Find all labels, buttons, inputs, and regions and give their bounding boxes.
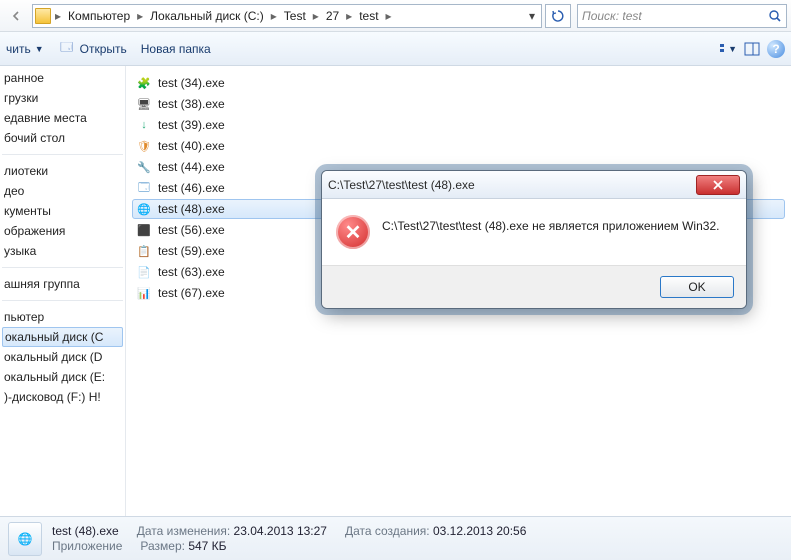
sidebar-item[interactable]: ображения <box>0 221 125 241</box>
file-name: test (56).exe <box>158 223 225 237</box>
dialog-title: C:\Test\27\test\test (48).exe <box>328 178 475 192</box>
file-name: test (59).exe <box>158 244 225 258</box>
view-options-button[interactable]: ▼ <box>719 40 737 58</box>
sidebar-item[interactable]: кументы <box>0 201 125 221</box>
file-item[interactable]: 🧩 test (34).exe <box>132 73 785 93</box>
sidebar-item[interactable]: едавние места <box>0 108 125 128</box>
file-icon: 🖥 <box>136 96 152 112</box>
status-created: 03.12.2013 20:56 <box>433 524 526 538</box>
back-button[interactable] <box>8 8 24 24</box>
sidebar-item[interactable]: лиотеки <box>0 161 125 181</box>
refresh-button[interactable] <box>545 4 571 28</box>
file-name: test (44).exe <box>158 160 225 174</box>
error-icon: ✕ <box>336 215 370 249</box>
open-button[interactable]: 🗔Открыть <box>58 40 127 58</box>
caret-down-icon: ▼ <box>728 44 737 54</box>
status-filename: test (48).exe <box>52 524 119 538</box>
file-icon: ↓ <box>136 117 152 133</box>
sidebar-item[interactable]: део <box>0 181 125 201</box>
breadcrumb-item[interactable]: test <box>354 7 383 25</box>
file-icon: 🗔 <box>136 180 152 196</box>
chevron-right-icon: ▸ <box>344 9 354 23</box>
chevron-right-icon: ▸ <box>311 9 321 23</box>
open-icon: 🗔 <box>58 40 76 58</box>
search-placeholder: Поиск: test <box>582 9 642 23</box>
status-label: Дата создания: <box>345 524 430 538</box>
file-name: test (48).exe <box>158 202 225 216</box>
file-icon: 🛡 <box>136 138 152 154</box>
status-label: Размер: <box>140 539 185 553</box>
sidebar-item[interactable]: бочий стол <box>0 128 125 148</box>
folder-icon <box>35 8 51 24</box>
file-name: test (46).exe <box>158 181 225 195</box>
file-name: test (40).exe <box>158 139 225 153</box>
file-name: test (34).exe <box>158 76 225 90</box>
file-icon: 🌐 <box>136 201 152 217</box>
error-dialog: C:\Test\27\test\test (48).exe ✕ C:\Test\… <box>321 170 747 309</box>
search-input[interactable]: Поиск: test <box>577 4 787 28</box>
caret-down-icon: ▼ <box>35 44 44 54</box>
breadcrumb-item[interactable]: Компьютер <box>63 7 135 25</box>
breadcrumb-item[interactable]: Локальный диск (C:) <box>145 7 269 25</box>
sidebar-item-drive[interactable]: окальный диск (C <box>2 327 123 347</box>
breadcrumb[interactable]: ▸ Компьютер ▸ Локальный диск (C:) ▸ Test… <box>32 4 542 28</box>
status-size: 547 КБ <box>188 539 226 553</box>
sidebar-item[interactable]: пьютер <box>0 307 125 327</box>
file-icon: 📊 <box>136 285 152 301</box>
sidebar: ранное грузки едавние места бочий стол л… <box>0 66 126 516</box>
ok-button[interactable]: OK <box>660 276 734 298</box>
sidebar-item-drive[interactable]: окальный диск (D <box>0 347 125 367</box>
address-bar: ▸ Компьютер ▸ Локальный диск (C:) ▸ Test… <box>0 0 791 32</box>
status-bar: 🌐 test (48).exe Дата изменения: 23.04.20… <box>0 516 791 560</box>
status-label: Дата изменения: <box>137 524 231 538</box>
breadcrumb-item[interactable]: 27 <box>321 7 344 25</box>
sidebar-item[interactable]: узыка <box>0 241 125 261</box>
help-button[interactable]: ? <box>767 40 785 58</box>
file-name: test (63).exe <box>158 265 225 279</box>
divider <box>2 267 123 268</box>
file-icon: 🔧 <box>136 159 152 175</box>
file-icon: 📋 <box>136 243 152 259</box>
chevron-right-icon: ▸ <box>269 9 279 23</box>
sidebar-item-drive[interactable]: окальный диск (E: <box>0 367 125 387</box>
sidebar-item-drive[interactable]: )-дисковод (F:) H! <box>0 387 125 407</box>
file-icon: ⬛ <box>136 222 152 238</box>
file-icon: 📄 <box>136 264 152 280</box>
new-folder-button[interactable]: Новая папка <box>141 42 211 56</box>
sidebar-item[interactable]: грузки <box>0 88 125 108</box>
file-item[interactable]: ↓ test (39).exe <box>132 115 785 135</box>
search-icon <box>768 9 782 23</box>
divider <box>2 154 123 155</box>
chevron-right-icon: ▸ <box>53 9 63 23</box>
dialog-titlebar[interactable]: C:\Test\27\test\test (48).exe <box>322 171 746 199</box>
file-item[interactable]: 🛡 test (40).exe <box>132 136 785 156</box>
sidebar-item[interactable]: ашняя группа <box>0 274 125 294</box>
dropdown-caret-icon[interactable]: ▾ <box>525 9 539 23</box>
file-type-icon: 🌐 <box>8 522 42 556</box>
close-button[interactable] <box>696 175 740 195</box>
file-name: test (39).exe <box>158 118 225 132</box>
divider <box>2 300 123 301</box>
dialog-message: C:\Test\27\test\test (48).exe не являетс… <box>382 215 719 233</box>
toolbar: чить▼ 🗔Открыть Новая папка ▼ ? <box>0 32 791 66</box>
file-name: test (38).exe <box>158 97 225 111</box>
file-item[interactable]: 🖥 test (38).exe <box>132 94 785 114</box>
breadcrumb-item[interactable]: Test <box>279 7 311 25</box>
file-icon: 🧩 <box>136 75 152 91</box>
chevron-right-icon: ▸ <box>135 9 145 23</box>
status-filetype: Приложение <box>52 539 122 553</box>
sidebar-item[interactable]: ранное <box>0 68 125 88</box>
preview-pane-button[interactable] <box>743 40 761 58</box>
chevron-right-icon: ▸ <box>384 9 394 23</box>
file-name: test (67).exe <box>158 286 225 300</box>
status-modified: 23.04.2013 13:27 <box>234 524 327 538</box>
organize-menu[interactable]: чить▼ <box>6 42 44 56</box>
